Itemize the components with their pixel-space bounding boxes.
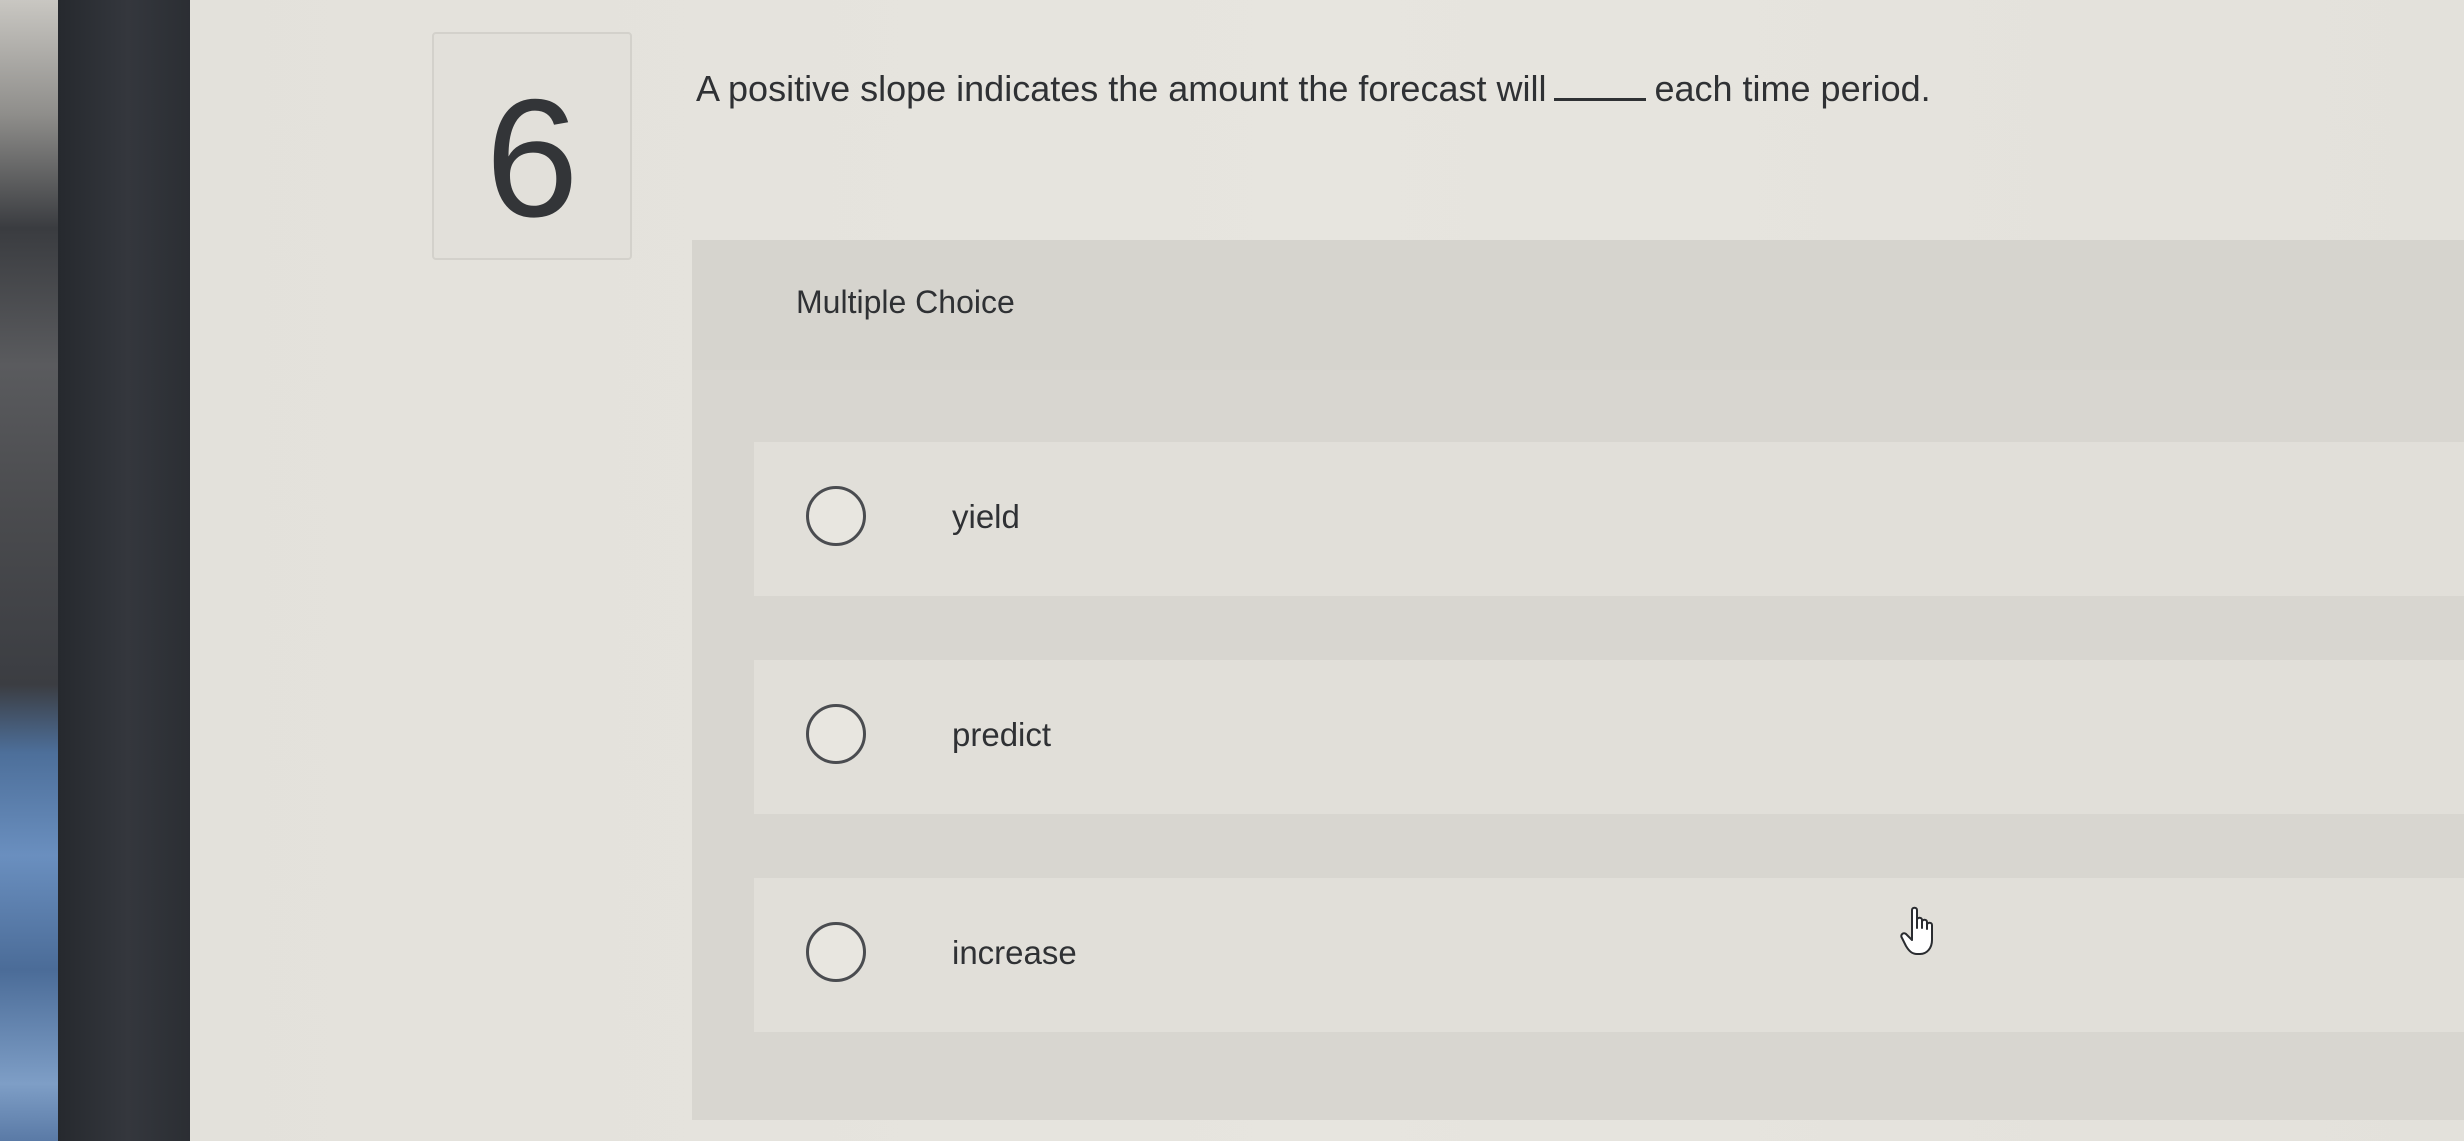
background-photo-edge [0, 0, 64, 1141]
option-yield[interactable]: yield [754, 442, 2464, 596]
radio-button[interactable] [806, 922, 866, 982]
monitor-bezel [58, 0, 198, 1141]
multiple-choice-label: Multiple Choice [796, 284, 1015, 320]
radio-button[interactable] [806, 704, 866, 764]
answer-blank [1554, 92, 1647, 101]
question-number: 6 [485, 64, 579, 252]
option-predict[interactable]: predict [754, 660, 2464, 814]
screen: 6 A positive slope indicates the amount … [0, 0, 2464, 1141]
option-increase[interactable]: increase [754, 878, 2464, 1032]
multiple-choice-panel: Multiple Choice yield predict increase [692, 240, 2464, 1120]
question-text-before: A positive slope indicates the amount th… [696, 68, 1547, 109]
question-number-box: 6 [432, 32, 632, 260]
hand-pointer-icon [1900, 906, 1933, 955]
option-label: increase [952, 934, 1077, 971]
option-label: predict [952, 716, 1052, 753]
multiple-choice-header: Multiple Choice [692, 240, 2464, 370]
question-text: A positive slope indicates the amount th… [696, 68, 1931, 110]
radio-button[interactable] [806, 486, 866, 546]
option-label: yield [952, 498, 1020, 535]
question-text-after: each time period. [1654, 68, 1931, 109]
